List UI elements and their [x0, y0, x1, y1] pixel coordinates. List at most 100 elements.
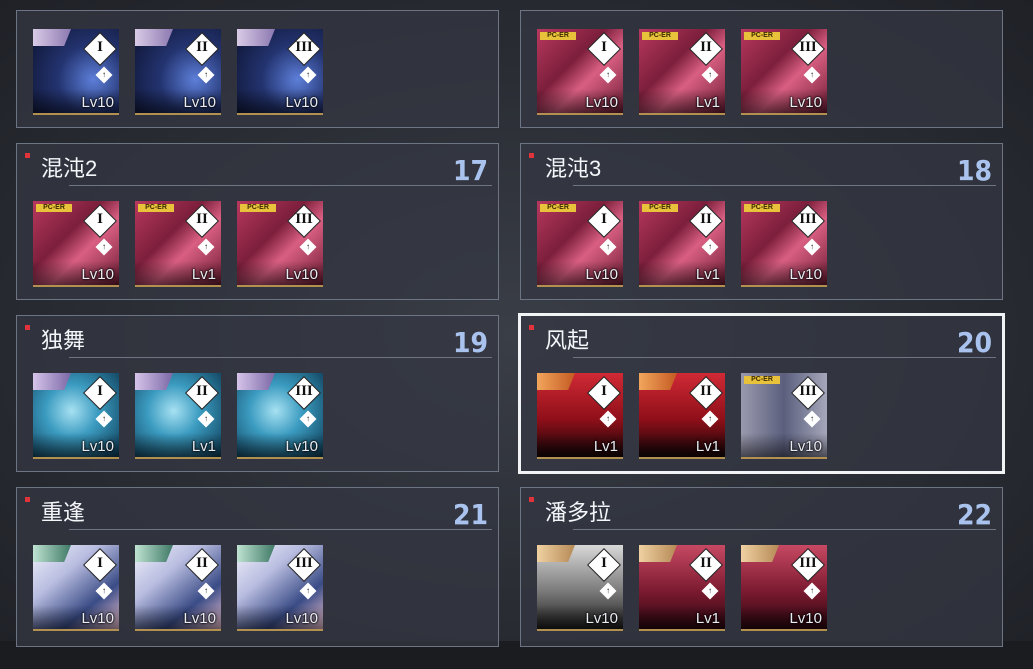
- card-level: Lv10: [789, 266, 822, 283]
- lock-icon: ↑: [701, 410, 719, 428]
- card-slot-2[interactable]: PC-ER II ↑ Lv1: [639, 29, 725, 115]
- tier-badge-icon: II: [690, 377, 722, 409]
- card-slot-1[interactable]: I ↑ Lv10: [33, 545, 119, 631]
- card-level: Lv10: [285, 266, 318, 283]
- tier-badge-icon: II: [186, 205, 218, 237]
- tier-badge-icon: II: [186, 377, 218, 409]
- loadout-panel-18[interactable]: 混沌3 18 PC-ER I ↑ Lv10 PC-ER II ↑ Lv1 PC-…: [520, 143, 1003, 300]
- lock-icon: ↑: [803, 410, 821, 428]
- tier-badge-icon: I: [588, 33, 620, 65]
- lock-icon: ↑: [701, 66, 719, 84]
- card-level: Lv10: [183, 610, 216, 627]
- tier-badge-icon: II: [186, 549, 218, 581]
- card-level: Lv1: [695, 610, 720, 627]
- card-slot-1[interactable]: I ↑ Lv10: [33, 373, 119, 459]
- card-slot-2[interactable]: II ↑ Lv10: [135, 29, 221, 115]
- lock-icon: ↑: [95, 66, 113, 84]
- loadout-panel-top-left[interactable]: I ↑ Lv10 II ↑ Lv10 III ↑ Lv10: [16, 10, 499, 128]
- lock-icon: ↑: [599, 238, 617, 256]
- panel-title: 重逢: [41, 500, 86, 525]
- card-slot-3[interactable]: III ↑ Lv10: [237, 373, 323, 459]
- card-slot-1[interactable]: I ↑ Lv1: [537, 373, 623, 459]
- card-slot-1[interactable]: I ↑ Lv10: [537, 545, 623, 631]
- loadout-panel-21[interactable]: 重逢 21 I ↑ Lv10 II ↑ Lv10 III ↑ Lv10: [16, 487, 499, 647]
- lock-icon: ↑: [95, 238, 113, 256]
- lock-icon: ↑: [299, 410, 317, 428]
- divider: [573, 357, 996, 358]
- tier-badge-icon: III: [288, 377, 320, 409]
- card-level: Lv1: [695, 438, 720, 455]
- card-slot-2[interactable]: PC-ER II ↑ Lv1: [639, 201, 725, 287]
- card-slot-1[interactable]: PC-ER I ↑ Lv10: [33, 201, 119, 287]
- lock-icon: ↑: [599, 66, 617, 84]
- pc-er-tag: PC-ER: [138, 204, 174, 212]
- card-slot-3[interactable]: PC-ER III ↑ Lv10: [741, 29, 827, 115]
- lock-icon: ↑: [197, 238, 215, 256]
- card-slot-1[interactable]: PC-ER I ↑ Lv10: [537, 201, 623, 287]
- tier-badge-icon: III: [288, 549, 320, 581]
- card-level: Lv10: [81, 438, 114, 455]
- card-level: Lv10: [789, 610, 822, 627]
- card-slot-3[interactable]: PC-ER III ↑ Lv10: [741, 373, 827, 459]
- red-marker: [529, 497, 534, 502]
- panel-title: 独舞: [41, 328, 86, 353]
- card-slot-2[interactable]: II ↑ Lv1: [639, 545, 725, 631]
- tier-badge-icon: II: [186, 33, 218, 65]
- panel-number: 17: [452, 154, 488, 187]
- card-slot-1[interactable]: I ↑ Lv10: [33, 29, 119, 115]
- loadout-panel-17[interactable]: 混沌2 17 PC-ER I ↑ Lv10 PC-ER II ↑ Lv1 PC-…: [16, 143, 499, 300]
- tier-badge-icon: III: [792, 377, 824, 409]
- pc-er-tag: PC-ER: [642, 204, 678, 212]
- loadout-panel-19[interactable]: 独舞 19 I ↑ Lv10 II ↑ Lv1 III ↑ Lv10: [16, 315, 499, 472]
- loadout-panel-22[interactable]: 潘多拉 22 I ↑ Lv10 II ↑ Lv1 III ↑ Lv10: [520, 487, 1003, 647]
- lock-icon: ↑: [803, 238, 821, 256]
- tier-badge-icon: III: [288, 205, 320, 237]
- tier-badge-icon: I: [588, 205, 620, 237]
- card-slot-2[interactable]: II ↑ Lv10: [135, 545, 221, 631]
- divider: [573, 529, 996, 530]
- tier-badge-icon: I: [588, 377, 620, 409]
- card-level: Lv10: [789, 94, 822, 111]
- lock-icon: ↑: [299, 66, 317, 84]
- pc-er-tag: PC-ER: [744, 204, 780, 212]
- card-level: Lv10: [789, 438, 822, 455]
- card-slot-2[interactable]: II ↑ Lv1: [639, 373, 725, 459]
- card-slot-3[interactable]: III ↑ Lv10: [237, 545, 323, 631]
- lock-icon: ↑: [599, 410, 617, 428]
- card-level: Lv1: [593, 438, 618, 455]
- card-level: Lv10: [585, 610, 618, 627]
- card-slot-3[interactable]: III ↑ Lv10: [741, 545, 827, 631]
- lock-icon: ↑: [197, 410, 215, 428]
- card-slot-3[interactable]: PC-ER III ↑ Lv10: [237, 201, 323, 287]
- panel-number: 20: [956, 326, 992, 359]
- card-level: Lv10: [183, 94, 216, 111]
- tier-badge-icon: I: [84, 377, 116, 409]
- card-slot-2[interactable]: PC-ER II ↑ Lv1: [135, 201, 221, 287]
- panel-number: 21: [452, 498, 488, 531]
- card-level: Lv10: [81, 94, 114, 111]
- panel-number: 18: [956, 154, 992, 187]
- lock-icon: ↑: [95, 410, 113, 428]
- lock-icon: ↑: [701, 582, 719, 600]
- divider: [69, 357, 492, 358]
- card-slot-1[interactable]: PC-ER I ↑ Lv10: [537, 29, 623, 115]
- panel-title: 潘多拉: [545, 500, 612, 525]
- pc-er-tag: PC-ER: [540, 204, 576, 212]
- red-marker: [529, 325, 534, 330]
- lock-icon: ↑: [299, 238, 317, 256]
- tier-badge-icon: II: [690, 549, 722, 581]
- card-slot-3[interactable]: III ↑ Lv10: [237, 29, 323, 115]
- tier-badge-icon: III: [288, 33, 320, 65]
- pc-er-tag: PC-ER: [744, 32, 780, 40]
- card-slot-3[interactable]: PC-ER III ↑ Lv10: [741, 201, 827, 287]
- lock-icon: ↑: [803, 582, 821, 600]
- lock-icon: ↑: [197, 66, 215, 84]
- loadout-panel-20[interactable]: 风起 20 I ↑ Lv1 II ↑ Lv1 PC-ER III ↑ Lv10: [518, 313, 1005, 474]
- tier-badge-icon: I: [588, 549, 620, 581]
- loadout-panel-top-right[interactable]: PC-ER I ↑ Lv10 PC-ER II ↑ Lv1 PC-ER III …: [520, 10, 1003, 128]
- lock-icon: ↑: [599, 582, 617, 600]
- card-level: Lv10: [585, 266, 618, 283]
- card-slot-2[interactable]: II ↑ Lv1: [135, 373, 221, 459]
- panel-number: 22: [956, 498, 992, 531]
- pc-er-tag: PC-ER: [540, 32, 576, 40]
